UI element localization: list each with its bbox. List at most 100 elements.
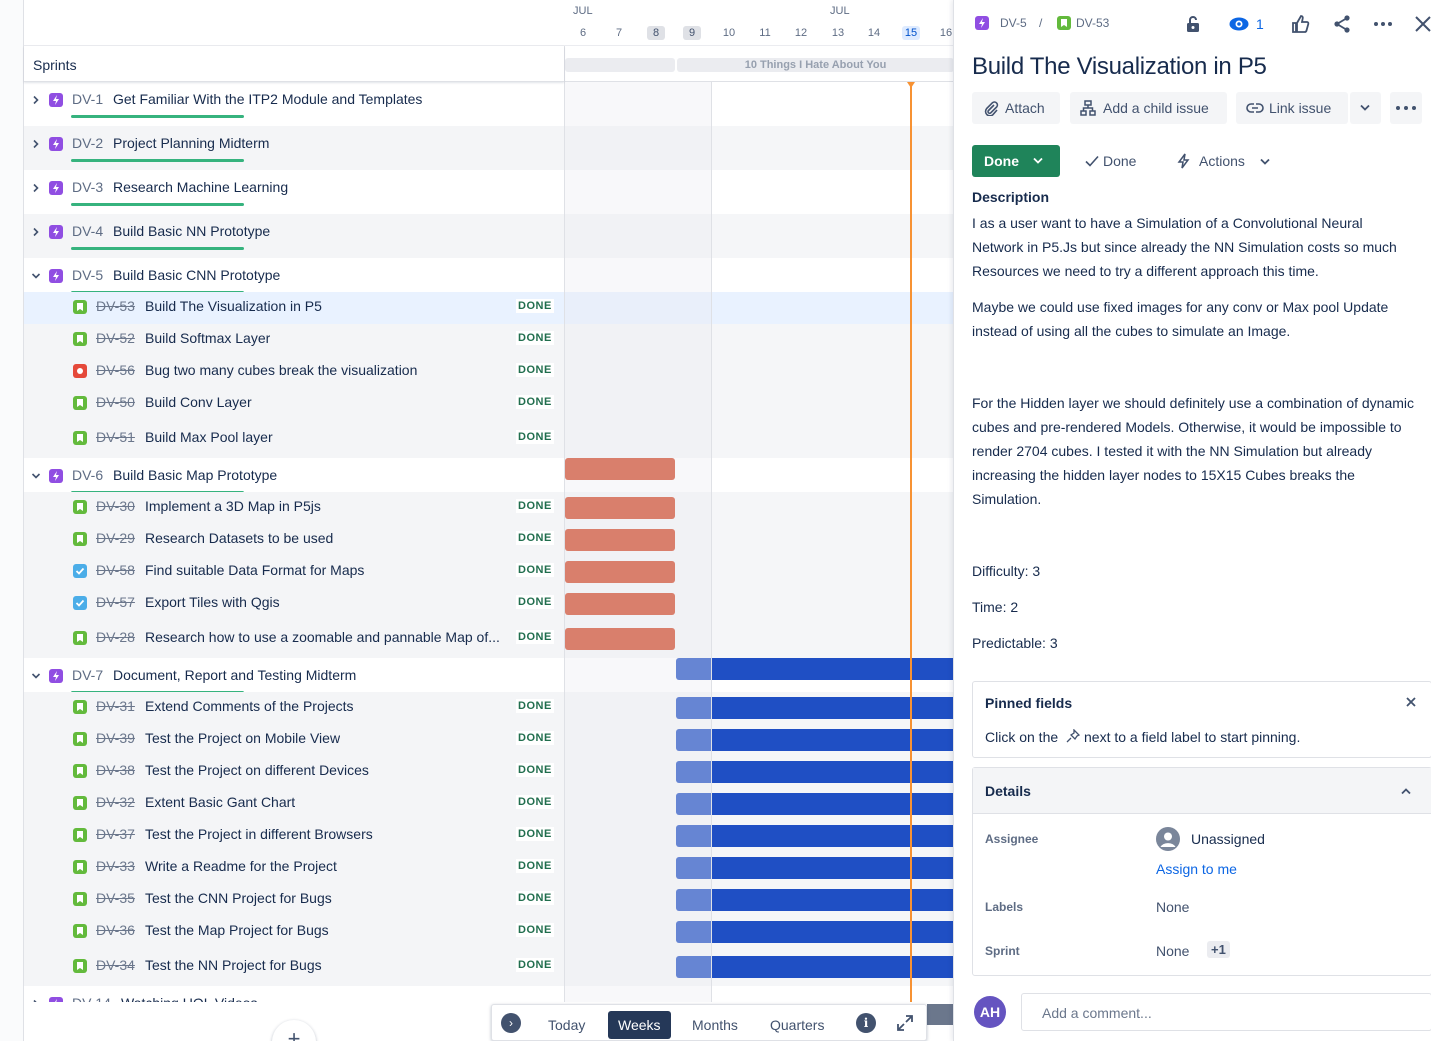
issue-summary[interactable]: Build The Visualization in P5 bbox=[145, 298, 322, 314]
description-paragraph[interactable]: Maybe we could use fixed images for any … bbox=[972, 295, 1417, 343]
issue-summary[interactable]: Write a Readme for the Project bbox=[145, 858, 337, 874]
sprint-bar[interactable]: 10 Things I Hate About You bbox=[677, 58, 953, 72]
add-child-issue-button[interactable]: Add a child issue bbox=[1070, 92, 1227, 124]
details-header[interactable]: Details bbox=[973, 768, 1431, 814]
more-actions-button[interactable] bbox=[1390, 92, 1422, 124]
share-icon[interactable] bbox=[1331, 13, 1353, 35]
issue-row[interactable]: DV-30 Implement a 3D Map in P5js DONE bbox=[24, 492, 564, 524]
timeline-bar-map[interactable] bbox=[565, 593, 675, 615]
issue-key[interactable]: DV-1 bbox=[72, 91, 103, 107]
timeline-bar-map[interactable] bbox=[565, 497, 675, 519]
breadcrumb-issue[interactable]: DV-53 bbox=[1076, 16, 1109, 30]
issue-summary[interactable]: Export Tiles with Qgis bbox=[145, 594, 280, 610]
chevron-right-icon[interactable] bbox=[31, 95, 41, 105]
issue-key[interactable]: DV-53 bbox=[96, 298, 135, 314]
issue-summary[interactable]: Test the Project in different Browsers bbox=[145, 826, 373, 842]
issue-key[interactable]: DV-31 bbox=[96, 698, 135, 714]
assignee-value[interactable]: Unassigned bbox=[1191, 831, 1265, 847]
issue-summary[interactable]: Document, Report and Testing Midterm bbox=[113, 667, 356, 683]
issue-summary[interactable]: Build Max Pool layer bbox=[145, 429, 273, 445]
issue-key[interactable]: DV-33 bbox=[96, 858, 135, 874]
issue-summary[interactable]: Research Machine Learning bbox=[113, 179, 288, 195]
description-paragraph[interactable]: I as a user want to have a Simulation of… bbox=[972, 211, 1417, 283]
chevron-right-icon[interactable] bbox=[31, 183, 41, 193]
issue-key[interactable]: DV-2 bbox=[72, 135, 103, 151]
issue-row[interactable]: DV-56 Bug two many cubes break the visual… bbox=[24, 356, 564, 388]
issue-summary[interactable]: Build Softmax Layer bbox=[145, 330, 270, 346]
sprint-value[interactable]: None bbox=[1156, 943, 1189, 959]
chevron-right-icon[interactable] bbox=[31, 139, 41, 149]
issue-key[interactable]: DV-6 bbox=[72, 467, 103, 483]
status-badge[interactable]: DONE bbox=[516, 430, 554, 444]
chevron-down-icon[interactable] bbox=[31, 471, 41, 481]
issue-row[interactable]: DV-39 Test the Project on Mobile View DONE bbox=[24, 724, 564, 756]
issue-summary[interactable]: Project Planning Midterm bbox=[113, 135, 269, 151]
status-badge[interactable]: DONE bbox=[516, 699, 554, 713]
issue-summary[interactable]: Extent Basic Gant Chart bbox=[145, 794, 295, 810]
issue-summary[interactable]: Build Basic CNN Prototype bbox=[113, 267, 280, 283]
status-badge[interactable]: DONE bbox=[516, 923, 554, 937]
issue-summary[interactable]: Test the Project on different Devices bbox=[145, 762, 369, 778]
status-badge[interactable]: DONE bbox=[516, 795, 554, 809]
comment-input[interactable]: Add a comment... bbox=[1021, 993, 1431, 1031]
description-paragraph[interactable]: Predictable: 3 bbox=[972, 631, 1417, 655]
status-badge[interactable]: DONE bbox=[516, 563, 554, 577]
issue-key[interactable]: DV-5 bbox=[72, 267, 103, 283]
chevron-right-icon[interactable] bbox=[31, 227, 41, 237]
status-badge[interactable]: DONE bbox=[516, 958, 554, 972]
sprint-extra-badge[interactable]: +1 bbox=[1207, 941, 1230, 958]
chevron-right-icon[interactable] bbox=[31, 999, 41, 1002]
status-badge[interactable]: DONE bbox=[516, 731, 554, 745]
issue-key[interactable]: DV-29 bbox=[96, 530, 135, 546]
issue-key[interactable]: DV-36 bbox=[96, 922, 135, 938]
status-badge[interactable]: DONE bbox=[516, 331, 554, 345]
issue-key[interactable]: DV-28 bbox=[96, 629, 135, 645]
status-badge[interactable]: DONE bbox=[516, 891, 554, 905]
weeks-button[interactable]: Weeks bbox=[608, 1011, 671, 1039]
actions-dropdown[interactable]: Actions bbox=[1168, 145, 1278, 177]
issue-row[interactable]: DV-32 Extent Basic Gant Chart DONE bbox=[24, 788, 564, 820]
epic-row[interactable]: DV-3 Research Machine Learning bbox=[24, 170, 564, 214]
status-badge[interactable]: DONE bbox=[516, 859, 554, 873]
issue-key[interactable]: DV-57 bbox=[96, 594, 135, 610]
issue-summary[interactable]: Build Conv Layer bbox=[145, 394, 252, 410]
watch-eye-icon[interactable] bbox=[1228, 13, 1250, 35]
issue-summary[interactable]: Test the Map Project for Bugs bbox=[145, 922, 329, 938]
issue-summary[interactable]: Bug two many cubes break the visualizati… bbox=[145, 362, 417, 378]
epic-row[interactable]: DV-6 Build Basic Map Prototype bbox=[24, 458, 564, 494]
fullscreen-icon[interactable] bbox=[895, 1013, 915, 1033]
issue-row[interactable]: DV-37 Test the Project in different Brows… bbox=[24, 820, 564, 852]
status-badge[interactable]: DONE bbox=[516, 299, 554, 313]
labels-value[interactable]: None bbox=[1156, 899, 1189, 915]
issue-row[interactable]: DV-33 Write a Readme for the Project DONE bbox=[24, 852, 564, 884]
issue-key[interactable]: DV-58 bbox=[96, 562, 135, 578]
link-issue-dropdown[interactable] bbox=[1350, 92, 1381, 124]
issue-title[interactable]: Build The Visualization in P5 bbox=[972, 53, 1267, 81]
chevron-down-icon[interactable] bbox=[31, 671, 41, 681]
issue-row[interactable]: DV-38 Test the Project on different Devic… bbox=[24, 756, 564, 788]
status-badge[interactable]: DONE bbox=[516, 595, 554, 609]
issue-summary[interactable]: Research how to use a zoomable and panna… bbox=[145, 629, 500, 645]
status-badge[interactable]: DONE bbox=[516, 363, 554, 377]
assign-to-me-link[interactable]: Assign to me bbox=[1156, 861, 1237, 877]
months-button[interactable]: Months bbox=[682, 1011, 748, 1039]
issue-summary[interactable]: Test the CNN Project for Bugs bbox=[145, 890, 332, 906]
status-badge[interactable]: DONE bbox=[516, 499, 554, 513]
timeline-bar-map[interactable] bbox=[565, 458, 675, 480]
watchers-count[interactable]: 1 bbox=[1256, 16, 1264, 32]
issue-row[interactable]: DV-31 Extend Comments of the Projects DONE bbox=[24, 692, 564, 724]
description-paragraph[interactable]: Time: 2 bbox=[972, 595, 1417, 619]
description-paragraph[interactable]: For the Hidden layer we should definitel… bbox=[972, 391, 1417, 511]
issue-key[interactable]: DV-3 bbox=[72, 179, 103, 195]
issue-key[interactable]: DV-34 bbox=[96, 957, 135, 973]
issue-summary[interactable]: Implement a 3D Map in P5js bbox=[145, 498, 321, 514]
issue-key[interactable]: DV-50 bbox=[96, 394, 135, 410]
lock-icon[interactable] bbox=[1182, 13, 1204, 35]
issue-key[interactable]: DV-37 bbox=[96, 826, 135, 842]
timeline-bar-map[interactable] bbox=[565, 561, 675, 583]
status-badge[interactable]: DONE bbox=[516, 630, 554, 644]
issue-key[interactable]: DV-39 bbox=[96, 730, 135, 746]
chevron-up-icon[interactable] bbox=[1401, 787, 1411, 795]
epic-row[interactable]: DV-4 Build Basic NN Prototype bbox=[24, 214, 564, 258]
issue-summary[interactable]: Test the NN Project for Bugs bbox=[145, 957, 322, 973]
